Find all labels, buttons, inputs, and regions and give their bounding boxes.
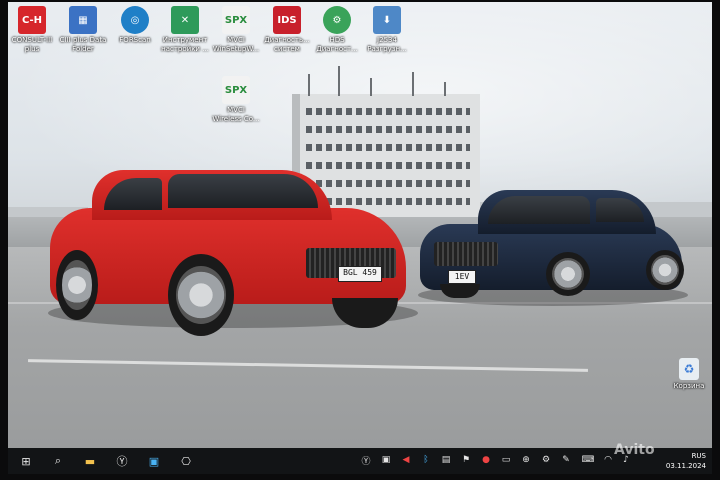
antenna [444, 82, 446, 96]
window-row [306, 108, 470, 115]
icon-label: MVCI Wireless Co... [212, 106, 260, 123]
avito-watermark: Avito [614, 442, 655, 458]
search-icon[interactable]: ⌕ [50, 453, 66, 469]
icon-label: Корзина [673, 382, 705, 390]
app-tray-icon[interactable]: ● [480, 454, 492, 466]
ford-front-wheel [168, 254, 234, 336]
hds-icon: ⚙ [323, 6, 351, 34]
mvci-wireless-shortcut[interactable]: SPX MVCI Wireless Co... [201, 76, 271, 124]
tool-settings-icon: ✕ [171, 6, 199, 34]
consult-logo-icon: C-H [18, 6, 46, 34]
ford-windshield [168, 174, 318, 208]
window-row [306, 198, 470, 205]
spx-icon: SPX [222, 76, 250, 104]
app-tray-icon[interactable]: ▭ [500, 454, 512, 466]
app-tray-icon[interactable]: ⚑ [460, 454, 472, 466]
antenna [338, 66, 340, 96]
spx-icon: SPX [222, 6, 250, 34]
desktop-background: 1EV 458 BGL 459 [8, 2, 712, 448]
ford-rear-wheel [56, 250, 98, 320]
j2534-shortcut[interactable]: ⬇ J2534 Разгрузн... [352, 6, 422, 54]
bluetooth-icon[interactable]: ᛒ [420, 454, 432, 466]
network-icon[interactable]: ⊕ [520, 454, 532, 466]
yandex-browser-icon[interactable]: Ⓨ [114, 453, 130, 469]
yandex-tray-icon[interactable]: Ⓨ [360, 454, 372, 467]
app-tray-icon[interactable]: ▣ [380, 454, 392, 466]
forscan-icon: ◎ [121, 6, 149, 34]
ford-license-plate: BGL 459 [338, 266, 382, 282]
icon-label: J2534 Разгрузн... [367, 36, 407, 53]
antenna [308, 74, 310, 96]
file-explorer-icon[interactable]: ▬ [82, 453, 98, 469]
mazda-grille [434, 242, 498, 266]
antenna [370, 78, 372, 96]
mazda-rear-wheel [646, 250, 684, 290]
app-icon[interactable]: ▣ [146, 453, 162, 469]
keyboard-language: RUS [691, 452, 706, 460]
recycle-bin-shortcut[interactable]: ♻ Корзина [664, 358, 714, 391]
j2534-icon: ⬇ [373, 6, 401, 34]
mazda-license-plate: 1EV 458 [448, 270, 476, 293]
window-row [306, 162, 470, 169]
system-clock[interactable]: RUS 03.11.2024 [666, 451, 706, 471]
mazda-front-wheel [546, 252, 590, 296]
windows-start-icon[interactable]: ⊞ [18, 453, 34, 469]
window-row [306, 144, 470, 151]
mazda-windshield [488, 196, 590, 224]
recycle-bin-icon: ♻ [679, 358, 699, 380]
ids-icon: IDS [273, 6, 301, 34]
app-tray-icon[interactable]: ⚙ [540, 454, 552, 466]
tools-tray-icon[interactable]: ✎ [560, 454, 572, 466]
date-text: 03.11.2024 [665, 462, 706, 470]
app-tray-icon[interactable]: ◀ [400, 454, 412, 466]
taskbar: ⊞ ⌕ ▬ Ⓨ ▣ ⎔ Ⓨ ▣ ◀ ᛒ ▤ ⚑ ● ▭ ⊕ ⚙ ✎ ⌨ ◠ ♪ … [8, 448, 712, 474]
keyboard-icon[interactable]: ⌨ [582, 454, 595, 466]
wifi-icon[interactable]: ◠ [602, 454, 614, 466]
antenna [412, 72, 414, 96]
window-row [306, 126, 470, 133]
device-app-icon[interactable]: ⎔ [178, 453, 194, 469]
window-row [306, 180, 470, 187]
folder-data-icon: ▦ [69, 6, 97, 34]
app-tray-icon[interactable]: ▤ [440, 454, 452, 466]
